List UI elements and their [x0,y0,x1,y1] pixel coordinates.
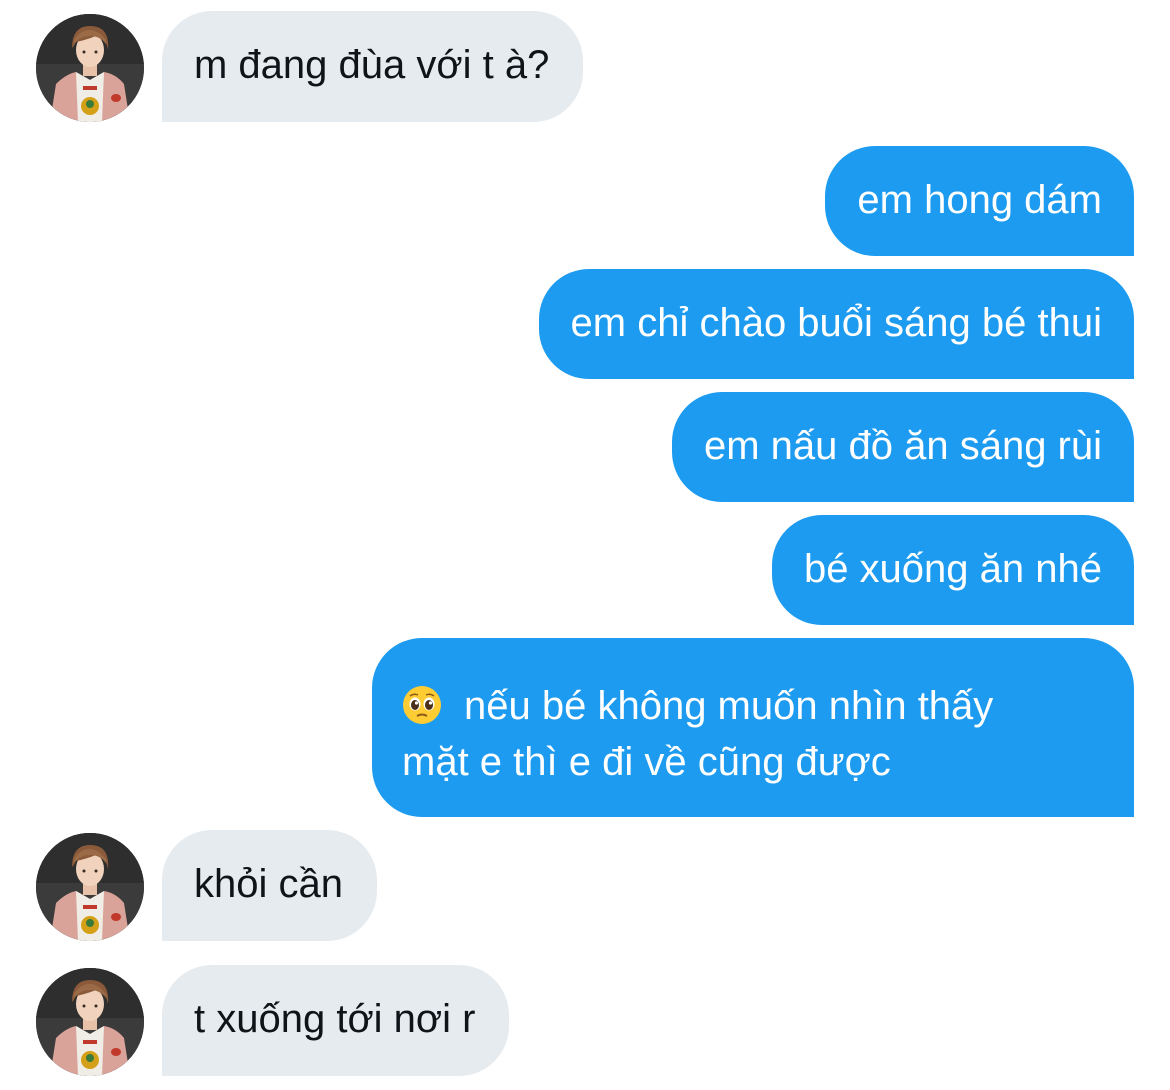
message-text: m đang đùa với t à? [194,43,550,87]
sender-avatar[interactable] [36,968,144,1076]
sent-message-bubble[interactable]: nếu bé không muốn nhìn thấy mặt e thì e … [372,638,1134,817]
message-text-line-2: mặt e thì e đi về cũng được [402,740,891,784]
message-text: t xuống tới nơi r [194,997,476,1041]
sent-message-bubble[interactable]: bé xuống ăn nhé [771,515,1134,625]
received-message-bubble[interactable]: t xuống tới nơi r [162,965,510,1076]
message-text: bé xuống ăn nhé [803,547,1102,591]
sent-message-bubble[interactable]: em hong dám [825,146,1134,256]
message-text: em chỉ chào buổi sáng bé thui [570,301,1102,345]
message-text: khỏi cần [194,862,343,906]
sender-avatar[interactable] [36,14,144,122]
received-message-bubble[interactable]: m đang đùa với t à? [162,11,584,122]
message-text: em nấu đồ ăn sáng rùi [703,424,1102,468]
message-text-line-1: nếu bé không muốn nhìn thấy [464,684,994,728]
message-text: em hong dám [857,178,1102,222]
sent-message-bubble[interactable]: em nấu đồ ăn sáng rùi [671,392,1134,502]
sender-avatar[interactable] [36,833,144,941]
sent-message-bubble[interactable]: em chỉ chào buổi sáng bé thui [538,269,1134,379]
message-line: nếu bé không muốn nhìn thấy [402,678,1054,734]
pleading-face-icon [403,686,441,724]
received-message-bubble[interactable]: khỏi cần [162,830,377,941]
